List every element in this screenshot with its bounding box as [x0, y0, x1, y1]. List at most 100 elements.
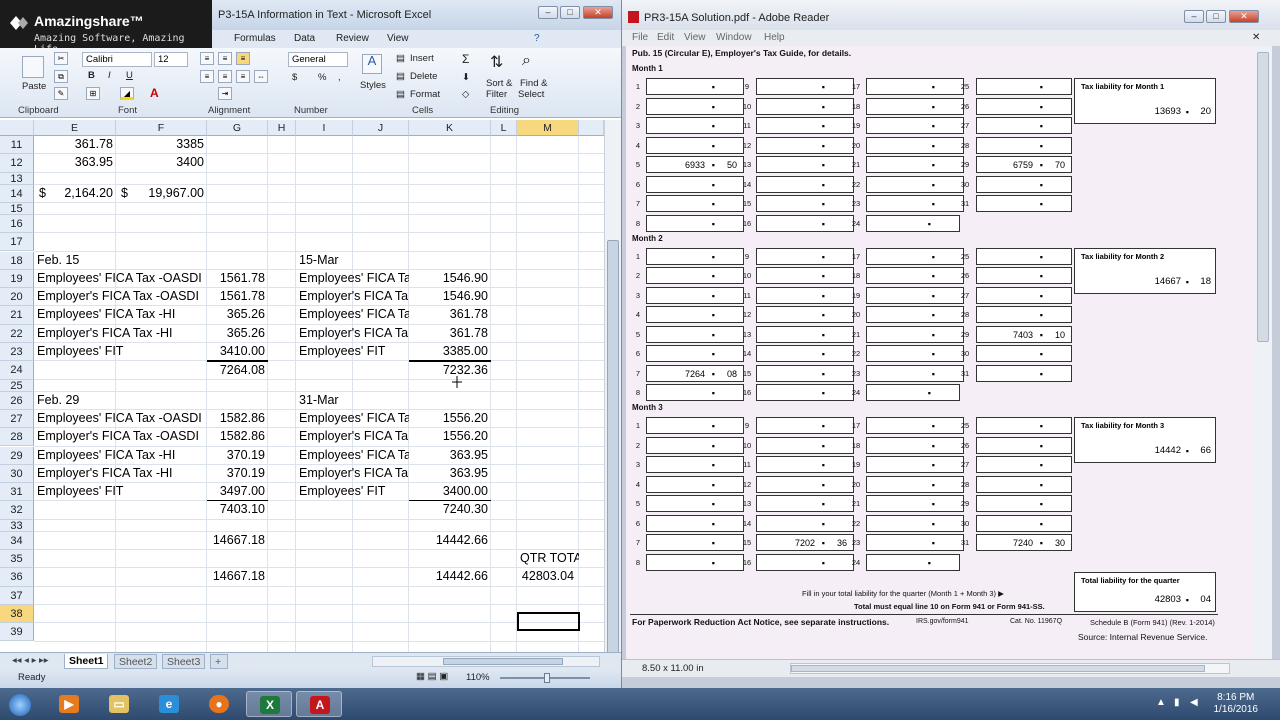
- adobe-maximize-button[interactable]: □: [1206, 10, 1226, 23]
- row-header-33[interactable]: 33: [0, 519, 34, 532]
- day-field[interactable]: ▪: [756, 456, 854, 473]
- cell-g21[interactable]: 365.26: [207, 306, 268, 324]
- fill-icon[interactable]: ⬇: [462, 72, 470, 83]
- row-header-39[interactable]: 39: [0, 623, 34, 642]
- cell-e28[interactable]: Employer's FICA Tax -OASDI: [34, 428, 204, 446]
- sort-filter-label[interactable]: Sort &: [486, 78, 512, 89]
- day-field[interactable]: ▪: [866, 325, 964, 343]
- cell-e31[interactable]: Employees' FIT: [34, 483, 204, 501]
- day-field[interactable]: ▪: [756, 306, 854, 323]
- cell-i31[interactable]: Employees' FIT: [296, 483, 409, 501]
- cell-k27[interactable]: 1556.20: [409, 410, 491, 428]
- adobe-close-button[interactable]: ✕: [1229, 10, 1259, 23]
- day-field[interactable]: ▪: [866, 247, 964, 265]
- taskbar-explorer[interactable]: ▭: [96, 691, 142, 717]
- cell-f14a[interactable]: $: [118, 185, 132, 203]
- row-header-23[interactable]: 23: [0, 343, 34, 362]
- day-field[interactable]: ▪: [646, 384, 744, 401]
- col-header-j[interactable]: J: [353, 120, 409, 136]
- cell-g30[interactable]: 370.19: [207, 465, 268, 483]
- row-header-34[interactable]: 34: [0, 531, 34, 550]
- menu-view[interactable]: View: [684, 32, 706, 43]
- h-scroll-thumb[interactable]: [443, 658, 563, 665]
- cell-m36[interactable]: 42803.04: [517, 568, 579, 586]
- cell-k20[interactable]: 1546.90: [409, 288, 491, 306]
- find-select-icon[interactable]: ⌕: [522, 52, 531, 70]
- cell-k31[interactable]: 3400.00: [409, 483, 491, 502]
- align-bottom-icon[interactable]: ≡: [236, 52, 250, 65]
- col-header-m[interactable]: M: [517, 120, 579, 136]
- col-header-e[interactable]: E: [34, 120, 116, 136]
- font-size-select[interactable]: 12: [154, 52, 188, 67]
- font-name-select[interactable]: Calibri: [82, 52, 152, 67]
- start-button[interactable]: [0, 691, 42, 717]
- day-field[interactable]: ▪: [866, 214, 960, 232]
- day-field[interactable]: ▪: [976, 286, 1072, 304]
- cell-k29[interactable]: 363.95: [409, 447, 491, 465]
- row-header-15[interactable]: 15: [0, 202, 34, 215]
- day-field[interactable]: ▪: [976, 117, 1072, 134]
- col-header-l[interactable]: L: [491, 120, 517, 136]
- row-header-29[interactable]: 29: [0, 446, 34, 465]
- spreadsheet-grid[interactable]: E F G H I J K L M 11 12 13 14 15 16 17 18 19 20 21…: [0, 120, 604, 652]
- cell-g36[interactable]: 14667.18: [207, 568, 268, 586]
- cell-f14[interactable]: 19,967.00: [132, 185, 207, 203]
- taskbar-media-player[interactable]: ▶: [46, 691, 92, 717]
- vertical-scrollbar[interactable]: [604, 120, 621, 660]
- day-field[interactable]: ▪: [976, 417, 1072, 434]
- cell-i19[interactable]: Employees' FICA Ta: [296, 270, 409, 288]
- day-field[interactable]: ▪: [756, 267, 854, 284]
- find-select-label[interactable]: Find &: [520, 78, 547, 89]
- cell-f11[interactable]: 3385: [116, 136, 207, 154]
- col-header-k[interactable]: K: [409, 120, 491, 136]
- autosum-icon[interactable]: Σ: [462, 52, 469, 66]
- day-field[interactable]: ▪: [756, 97, 854, 115]
- row-header-14[interactable]: 14: [0, 184, 34, 203]
- tab-view[interactable]: View: [387, 33, 409, 44]
- day-field[interactable]: ▪: [976, 195, 1072, 212]
- taskbar-ie[interactable]: e: [146, 691, 192, 717]
- sheet-nav-arrows-icon[interactable]: ◂◂ ◂ ▸ ▸▸: [12, 655, 49, 666]
- sort-filter-label-2[interactable]: Filter: [486, 89, 507, 100]
- indent-icon[interactable]: ⇥: [218, 87, 232, 100]
- day-field[interactable]: ▪ 6933 50: [646, 156, 744, 173]
- cell-i27[interactable]: Employees' FICA Ta: [296, 410, 409, 428]
- cell-k36[interactable]: 14442.66: [409, 568, 491, 586]
- cell-e14[interactable]: 2,164.20: [44, 185, 116, 203]
- day-field[interactable]: ▪: [756, 436, 854, 454]
- cell-g24[interactable]: 7264.08: [207, 361, 268, 379]
- day-field[interactable]: ▪: [646, 136, 744, 154]
- find-select-label-2[interactable]: Select: [518, 89, 544, 100]
- row-header-21[interactable]: 21: [0, 306, 34, 325]
- day-field[interactable]: ▪: [756, 247, 854, 265]
- row-header-17[interactable]: 17: [0, 233, 34, 252]
- cell-i30[interactable]: Employer's FICA Ta: [296, 465, 409, 483]
- day-field[interactable]: ▪: [866, 195, 964, 212]
- tab-formulas[interactable]: Formulas: [234, 33, 276, 44]
- day-field[interactable]: ▪: [976, 247, 1072, 265]
- row-header-16[interactable]: 16: [0, 214, 34, 234]
- day-field[interactable]: ▪: [976, 97, 1072, 115]
- format-cells-button[interactable]: Format: [410, 89, 440, 100]
- clear-icon[interactable]: ◇: [462, 89, 469, 100]
- day-field[interactable]: ▪: [866, 534, 964, 551]
- row-header-12[interactable]: 12: [0, 154, 34, 173]
- day-field[interactable]: ▪: [866, 306, 964, 323]
- row-header-19[interactable]: 19: [0, 269, 34, 289]
- day-field[interactable]: ▪: [866, 553, 960, 571]
- cell-g23[interactable]: 3410.00: [207, 343, 268, 362]
- cell-g31[interactable]: 3497.00: [207, 483, 268, 502]
- row-header-36[interactable]: 36: [0, 568, 34, 587]
- day-field[interactable]: ▪ 7264 08: [646, 364, 744, 382]
- scroll-thumb[interactable]: [607, 240, 619, 660]
- cell-k30[interactable]: 363.95: [409, 465, 491, 483]
- day-field[interactable]: ▪: [976, 175, 1072, 193]
- day-field[interactable]: ▪: [866, 156, 964, 173]
- day-field[interactable]: ▪: [866, 475, 964, 493]
- day-field[interactable]: ▪: [646, 534, 744, 551]
- format-painter-icon[interactable]: ✎: [54, 87, 68, 100]
- day-field[interactable]: ▪: [866, 117, 964, 134]
- row-header-25[interactable]: 25: [0, 379, 34, 392]
- cell-i21[interactable]: Employees' FICA Ta: [296, 306, 409, 324]
- sort-filter-icon[interactable]: ⇅: [490, 52, 503, 72]
